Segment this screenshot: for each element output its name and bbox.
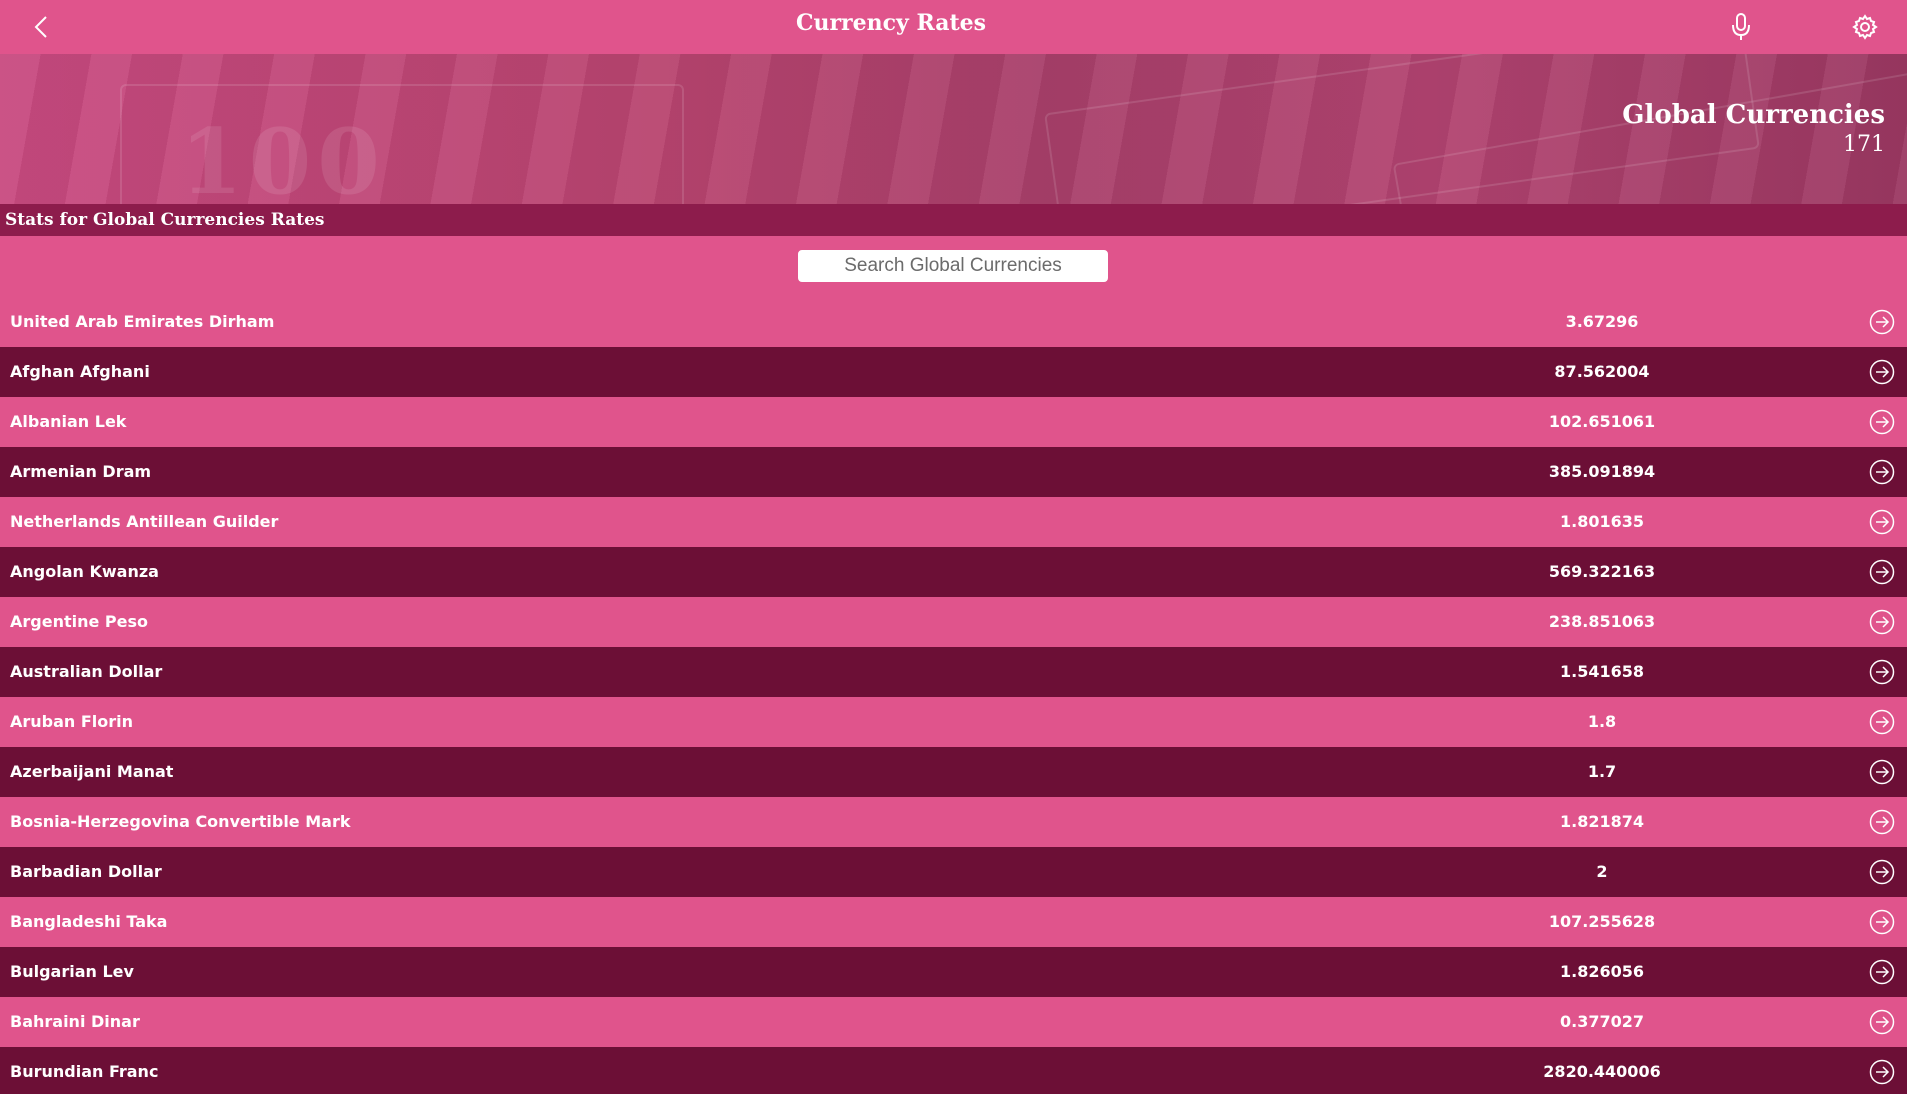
currency-rate: 1.541658 [1559,662,1644,681]
arrow-right-circle-icon[interactable] [1869,459,1895,485]
gear-icon [1852,14,1878,40]
arrow-right-circle-icon[interactable] [1869,559,1895,585]
currency-name: Aruban Florin [10,712,134,731]
list-item[interactable]: Australian Dollar 1.541658 [0,647,1907,697]
currency-rate: 102.651061 [1548,412,1656,431]
arrow-right-circle-icon[interactable] [1869,1009,1895,1035]
arrow-right-circle-icon[interactable] [1869,859,1895,885]
list-item[interactable]: Albanian Lek 102.651061 [0,397,1907,447]
list-item[interactable]: Aruban Florin 1.8 [0,697,1907,747]
banner: 100 Global Currencies 171 [0,54,1907,204]
stats-strip: Stats for Global Currencies Rates [0,204,1907,236]
currency-rate: 1.826056 [1559,962,1644,981]
currency-rate: 238.851063 [1548,612,1656,631]
currency-name: United Arab Emirates Dirham [10,312,275,331]
currency-name: Bangladeshi Taka [10,912,168,931]
currency-name: Australian Dollar [10,662,163,681]
arrow-right-circle-icon[interactable] [1869,959,1895,985]
list-item[interactable]: Burundian Franc 2820.440006 [0,1047,1907,1094]
arrow-right-circle-icon[interactable] [1869,759,1895,785]
currency-rate: 1.821874 [1559,812,1644,831]
list-item[interactable]: Argentine Peso 238.851063 [0,597,1907,647]
settings-button[interactable] [1848,10,1882,44]
arrow-right-circle-icon[interactable] [1869,809,1895,835]
currency-name: Bahraini Dinar [10,1012,140,1031]
arrow-right-circle-icon[interactable] [1869,409,1895,435]
currency-name: Azerbaijani Manat [10,762,174,781]
currency-rate: 87.562004 [1554,362,1650,381]
currency-list: United Arab Emirates Dirham 3.67296 Afghan… [0,297,1907,1094]
list-item[interactable]: Bahraini Dinar 0.377027 [0,997,1907,1047]
currency-rate: 2820.440006 [1543,1062,1661,1081]
microphone-button[interactable] [1724,10,1758,44]
list-item[interactable]: Bulgarian Lev 1.826056 [0,947,1907,997]
currency-name: Afghan Afghani [10,362,150,381]
currency-name: Netherlands Antillean Guilder [10,512,279,531]
arrow-right-circle-icon[interactable] [1869,909,1895,935]
list-item[interactable]: Bangladeshi Taka 107.255628 [0,897,1907,947]
currency-count: 171 [1843,132,1885,157]
currency-name: Armenian Dram [10,462,152,481]
arrow-right-circle-icon[interactable] [1869,509,1895,535]
currency-rate: 0.377027 [1559,1012,1644,1031]
list-item[interactable]: Afghan Afghani 87.562004 [0,347,1907,397]
currency-rate: 1.8 [1587,712,1617,731]
list-item[interactable]: Netherlands Antillean Guilder 1.801635 [0,497,1907,547]
banknote-decoration-text: 100 [180,109,386,204]
top-bar: Currency Rates [0,0,1907,54]
currency-rate: 385.091894 [1548,462,1656,481]
list-item[interactable]: Angolan Kwanza 569.322163 [0,547,1907,597]
currency-name: Albanian Lek [10,412,127,431]
list-item[interactable]: Bosnia-Herzegovina Convertible Mark 1.821… [0,797,1907,847]
currency-name: Barbadian Dollar [10,862,162,881]
currency-rate: 569.322163 [1548,562,1656,581]
microphone-icon [1732,13,1750,40]
currency-rate: 1.7 [1587,762,1617,781]
currency-name: Argentine Peso [10,612,149,631]
currency-name: Bulgarian Lev [10,962,134,981]
app-screen: Currency Rates 100 Global Currencies 171 [0,0,1907,1094]
currency-rate: 1.801635 [1559,512,1644,531]
banner-title: Global Currencies [1622,100,1885,130]
currency-rate: 2 [1596,862,1608,881]
list-item[interactable]: United Arab Emirates Dirham 3.67296 [0,297,1907,347]
arrow-right-circle-icon[interactable] [1869,359,1895,385]
arrow-right-circle-icon[interactable] [1869,609,1895,635]
currency-name: Bosnia-Herzegovina Convertible Mark [10,812,351,831]
arrow-right-circle-icon[interactable] [1869,1059,1895,1085]
list-item[interactable]: Armenian Dram 385.091894 [0,447,1907,497]
arrow-right-circle-icon[interactable] [1869,709,1895,735]
currency-name: Angolan Kwanza [10,562,159,581]
currency-name: Burundian Franc [10,1062,159,1081]
page-title: Currency Rates [795,10,987,36]
search-input[interactable] [798,250,1108,282]
search-area [0,236,1907,290]
stats-label: Stats for Global Currencies Rates [5,210,325,230]
currency-rate: 3.67296 [1565,312,1639,331]
arrow-right-circle-icon[interactable] [1869,309,1895,335]
list-item[interactable]: Azerbaijani Manat 1.7 [0,747,1907,797]
arrow-right-circle-icon[interactable] [1869,659,1895,685]
currency-rate: 107.255628 [1548,912,1656,931]
list-item[interactable]: Barbadian Dollar 2 [0,847,1907,897]
